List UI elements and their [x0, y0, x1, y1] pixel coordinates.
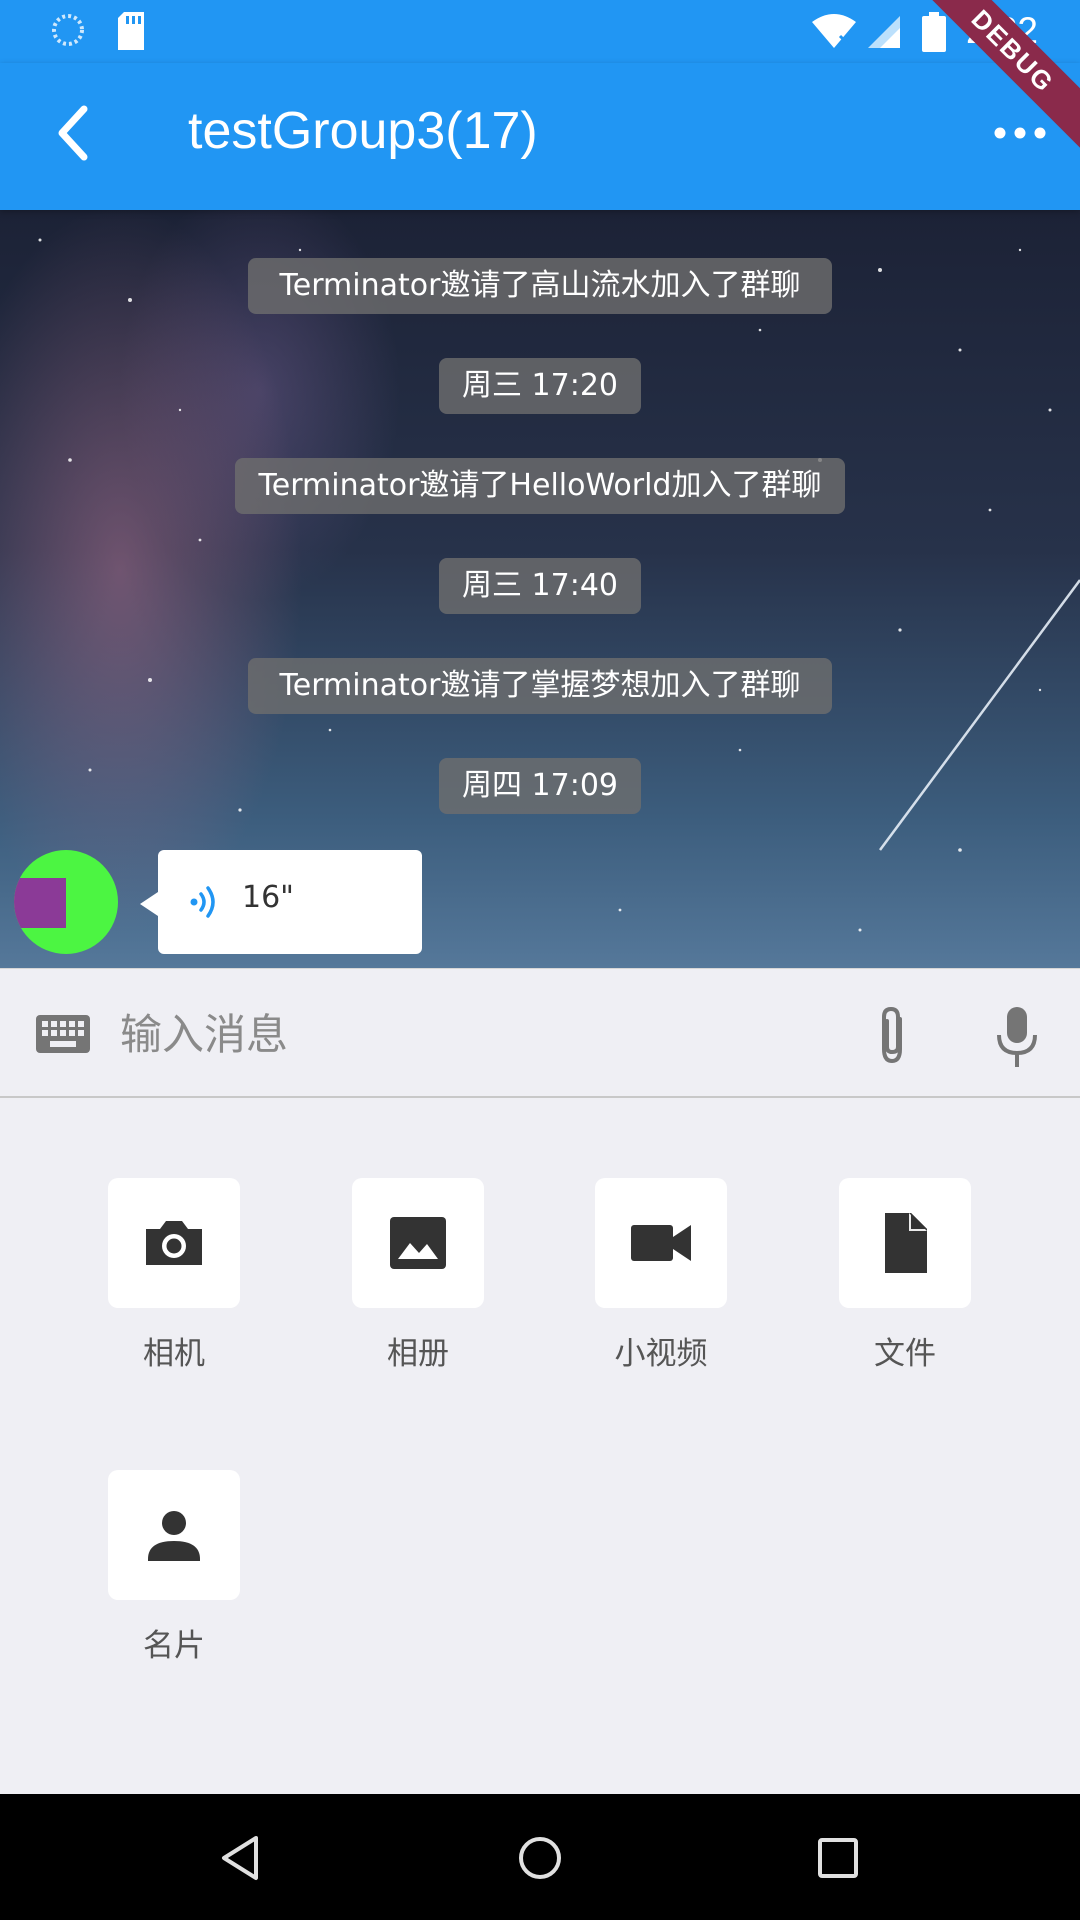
home-circle-icon[interactable] [512, 1830, 568, 1886]
wifi-icon [812, 14, 856, 48]
camera-icon [146, 1221, 202, 1265]
action-tile[interactable] [108, 1470, 240, 1600]
action-tile[interactable] [352, 1178, 484, 1308]
paperclip-icon[interactable] [868, 1005, 918, 1065]
sd-card-icon [118, 12, 144, 50]
status-bar: 2:22 [0, 0, 1080, 63]
action-short-video[interactable]: 小视频 [581, 1178, 741, 1373]
system-message: Terminator邀请了HelloWorld加入了群聊 [235, 458, 845, 514]
back-arrow-icon[interactable] [46, 103, 106, 163]
loading-circle-icon [52, 14, 84, 46]
bubble-tail [140, 892, 158, 916]
battery-icon [922, 12, 946, 52]
input-bar [0, 968, 1080, 1098]
avatar-image [14, 878, 66, 928]
action-label: 相册 [387, 1336, 449, 1372]
action-camera[interactable]: 相机 [94, 1178, 254, 1373]
file-icon [885, 1213, 927, 1273]
avatar[interactable] [14, 850, 118, 954]
system-navigation-bar [0, 1794, 1080, 1920]
action-label: 名片 [143, 1628, 205, 1664]
page-title: testGroup3(17) [188, 102, 538, 160]
action-album[interactable]: 相册 [338, 1178, 498, 1373]
time-divider: 周三 17:20 [439, 358, 641, 414]
more-actions-panel: 相机 相册 小视频 文件 名片 [0, 1100, 1080, 1794]
system-message: Terminator邀请了高山流水加入了群聊 [248, 258, 832, 314]
recents-square-icon[interactable] [810, 1830, 866, 1886]
image-icon [390, 1217, 446, 1269]
voice-duration: 16" [242, 880, 294, 915]
action-label: 相机 [143, 1336, 205, 1372]
keyboard-icon[interactable] [36, 1015, 90, 1053]
chat-area[interactable]: Terminator邀请了高山流水加入了群聊 周三 17:20 Terminat… [0, 210, 1080, 968]
action-tile[interactable] [108, 1178, 240, 1308]
action-tile[interactable] [595, 1178, 727, 1308]
action-label: 小视频 [614, 1336, 708, 1372]
microphone-icon[interactable] [994, 1005, 1040, 1069]
video-camera-icon [631, 1225, 691, 1261]
back-triangle-icon[interactable] [212, 1830, 268, 1886]
signal-icon [868, 16, 900, 48]
message-input[interactable] [120, 989, 820, 1079]
voice-message-bubble[interactable]: 16" [158, 850, 422, 954]
person-icon [148, 1511, 200, 1561]
more-horizontal-icon[interactable] [990, 113, 1050, 153]
action-contact-card[interactable]: 名片 [94, 1470, 254, 1665]
action-label: 文件 [874, 1336, 936, 1372]
action-tile[interactable] [839, 1178, 971, 1308]
voice-wave-icon [190, 886, 215, 918]
time-divider: 周四 17:09 [439, 758, 641, 814]
action-file[interactable]: 文件 [825, 1178, 985, 1373]
app-bar: testGroup3(17) [0, 63, 1080, 210]
system-message: Terminator邀请了掌握梦想加入了群聊 [248, 658, 832, 714]
time-divider: 周三 17:40 [439, 558, 641, 614]
